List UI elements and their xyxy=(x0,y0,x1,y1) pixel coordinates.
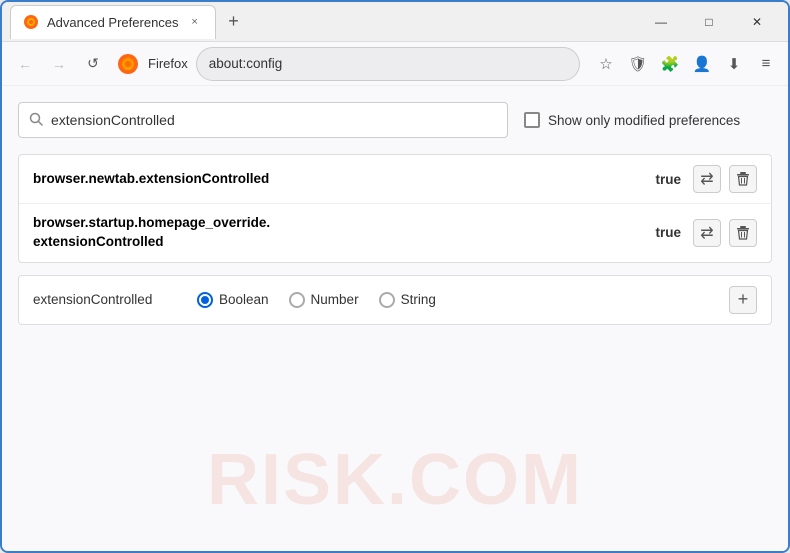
browser-label: Firefox xyxy=(148,56,188,71)
pref-value-2: true xyxy=(639,225,681,240)
number-radio[interactable]: Number xyxy=(289,292,359,308)
delete-button-2[interactable] xyxy=(729,219,757,247)
tab-favicon xyxy=(23,14,39,30)
nav-icons: ☆ 🛡 🧩 👤 ⬇ ≡ xyxy=(592,50,780,78)
title-bar: Advanced Preferences × + — □ ✕ xyxy=(2,2,788,42)
swap-icon-2: ⇄ xyxy=(700,223,713,243)
search-icon xyxy=(29,112,43,129)
table-row[interactable]: browser.startup.homepage_override. exten… xyxy=(19,204,771,262)
preference-search-box[interactable] xyxy=(18,102,508,138)
toggle-button-1[interactable]: ⇄ xyxy=(693,165,721,193)
pref-actions-2: ⇄ xyxy=(693,219,757,247)
boolean-label: Boolean xyxy=(219,292,269,307)
show-modified-label[interactable]: Show only modified preferences xyxy=(524,112,740,128)
toggle-button-2[interactable]: ⇄ xyxy=(693,219,721,247)
trash-icon-1 xyxy=(735,171,751,187)
back-button[interactable]: ← xyxy=(10,49,40,79)
forward-icon: → xyxy=(52,56,66,72)
extension-icon[interactable]: 🧩 xyxy=(656,50,684,78)
string-radio[interactable]: String xyxy=(379,292,436,308)
menu-icon[interactable]: ≡ xyxy=(752,50,780,78)
search-container: Show only modified preferences xyxy=(18,102,772,138)
string-radio-circle xyxy=(379,292,395,308)
pref-name-1: browser.newtab.extensionControlled xyxy=(33,170,639,189)
watermark: RISK.COM xyxy=(207,439,583,521)
nav-bar: ← → ↺ Firefox about:config ☆ 🛡 xyxy=(2,42,788,86)
tab-close-button[interactable]: × xyxy=(187,14,203,30)
new-tab-button[interactable]: + xyxy=(220,8,248,36)
maximize-button[interactable]: □ xyxy=(686,6,732,38)
add-pref-name: extensionControlled xyxy=(33,292,173,307)
trash-icon-2 xyxy=(735,225,751,241)
swap-icon-1: ⇄ xyxy=(700,169,713,189)
minimize-button[interactable]: — xyxy=(638,6,684,38)
show-modified-checkbox[interactable] xyxy=(524,112,540,128)
profile-icon[interactable]: 👤 xyxy=(688,50,716,78)
show-modified-text: Show only modified preferences xyxy=(548,113,740,128)
string-label: String xyxy=(401,292,436,307)
refresh-icon: ↺ xyxy=(87,55,99,72)
shield-icon[interactable]: 🛡 xyxy=(624,50,652,78)
bookmark-icon[interactable]: ☆ xyxy=(592,50,620,78)
boolean-radio-circle xyxy=(197,292,213,308)
pref-actions-1: ⇄ xyxy=(693,165,757,193)
content-area: RISK.COM Show only modified preferences xyxy=(2,86,788,551)
back-icon: ← xyxy=(18,56,32,72)
add-preference-container: extensionControlled Boolean Number Strin… xyxy=(18,275,772,325)
window-controls: — □ ✕ xyxy=(638,6,780,38)
refresh-button[interactable]: ↺ xyxy=(78,49,108,79)
preferences-table: browser.newtab.extensionControlled true … xyxy=(18,154,772,263)
url-text: about:config xyxy=(209,56,567,71)
forward-button[interactable]: → xyxy=(44,49,74,79)
search-input[interactable] xyxy=(51,112,497,128)
browser-window: Advanced Preferences × + — □ ✕ ← → ↺ Fir… xyxy=(0,0,790,553)
table-row[interactable]: browser.newtab.extensionControlled true … xyxy=(19,155,771,204)
tab-title: Advanced Preferences xyxy=(47,15,179,30)
firefox-logo xyxy=(116,52,140,76)
add-preference-button[interactable]: + xyxy=(729,286,757,314)
downloads-icon[interactable]: ⬇ xyxy=(720,50,748,78)
address-bar[interactable]: about:config xyxy=(196,47,580,81)
delete-button-1[interactable] xyxy=(729,165,757,193)
number-label: Number xyxy=(311,292,359,307)
number-radio-circle xyxy=(289,292,305,308)
type-radio-group: Boolean Number String xyxy=(197,292,729,308)
pref-name-2: browser.startup.homepage_override. exten… xyxy=(33,214,639,252)
boolean-radio[interactable]: Boolean xyxy=(197,292,269,308)
active-tab[interactable]: Advanced Preferences × xyxy=(10,5,216,39)
close-button[interactable]: ✕ xyxy=(734,6,780,38)
pref-value-1: true xyxy=(639,172,681,187)
